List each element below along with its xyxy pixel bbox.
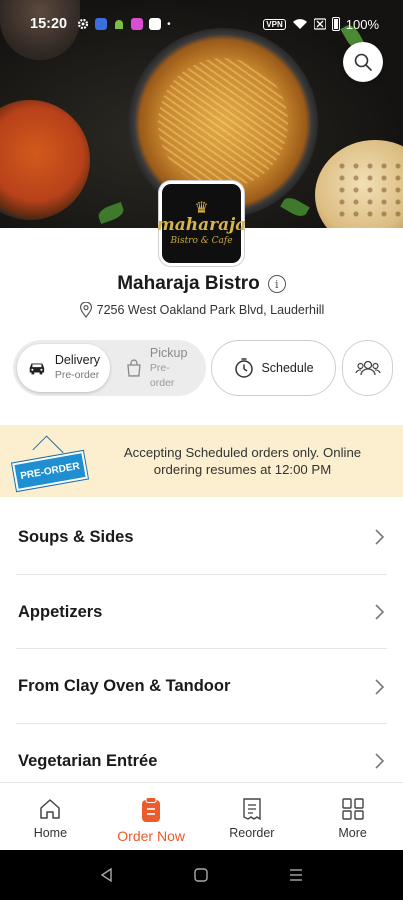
menu-category-label: From Clay Oven & Tandoor — [18, 677, 231, 696]
chevron-right-icon — [375, 679, 385, 695]
android-icon — [115, 20, 124, 29]
nav-reorder[interactable]: Reorder — [202, 783, 303, 850]
search-icon — [354, 53, 372, 71]
preorder-sign: PRE-ORDER — [12, 450, 88, 492]
schedule-label: Schedule — [261, 361, 314, 375]
car-icon — [29, 363, 45, 375]
group-order-button[interactable] — [342, 340, 393, 396]
chevron-right-icon — [375, 529, 385, 545]
recents-icon[interactable] — [288, 867, 304, 883]
banner-message: Accepting Scheduled orders only. Online … — [123, 445, 362, 477]
signal-icon — [313, 18, 326, 30]
pickup-label: Pickup — [149, 345, 188, 360]
wifi-icon — [292, 19, 307, 29]
delivery-pickup-toggle: Delivery Pre-order Pickup Pre-order — [13, 340, 206, 396]
logo-title: maharaja — [156, 214, 247, 235]
bottom-navigation: Home Order Now Reorder More — [0, 782, 403, 850]
timer-icon — [235, 358, 254, 378]
nav-more[interactable]: More — [302, 783, 403, 850]
nav-home-label: Home — [33, 826, 68, 840]
preorder-sign-icon: PRE-ORDER — [12, 435, 88, 492]
menu-category-list: Soups & Sides Appetizers From Clay Oven … — [0, 500, 403, 799]
preorder-banner: PRE-ORDER Accepting Scheduled orders onl… — [0, 425, 403, 497]
logo-subtitle: Bistro & Cafe — [170, 235, 233, 246]
menu-category-soups-sides[interactable]: Soups & Sides — [0, 500, 403, 575]
app-notification-icon — [131, 18, 144, 30]
shopping-bag-icon — [127, 359, 141, 377]
menu-category-label: Vegetarian Entrée — [18, 751, 158, 770]
nav-order-now[interactable]: Order Now — [101, 783, 202, 850]
delivery-label: Delivery — [54, 353, 100, 367]
status-time: 15:20 — [30, 16, 68, 32]
group-users-icon — [354, 360, 381, 376]
app-notification-icon — [95, 18, 108, 30]
location-pin-icon — [79, 302, 92, 318]
search-button[interactable] — [343, 42, 383, 82]
receipt-icon — [243, 798, 261, 821]
curry-bowl-image — [0, 100, 90, 220]
app-notification-icon — [149, 18, 162, 30]
crown-icon: ♛ — [194, 199, 209, 217]
menu-category-label: Soups & Sides — [18, 527, 134, 546]
nav-more-label: More — [338, 826, 367, 840]
battery-icon — [331, 17, 340, 31]
naan-image — [315, 140, 403, 228]
notification-icons: • — [77, 18, 171, 30]
cilantro-leaf — [280, 194, 310, 220]
battery-percent: 100% — [345, 16, 379, 32]
nav-order-now-label: Order Now — [117, 828, 185, 844]
cilantro-leaf — [96, 201, 126, 225]
restaurant-address: 7256 West Oakland Park Blvd, Lauderhill — [96, 303, 325, 317]
home-circle-icon[interactable] — [193, 867, 209, 883]
status-bar: 15:20 • VPN 100% — [0, 0, 403, 48]
status-right: VPN 100% — [263, 17, 379, 32]
menu-category-clay-oven-tandoor[interactable]: From Clay Oven & Tandoor — [0, 649, 403, 724]
back-icon[interactable] — [99, 867, 115, 883]
restaurant-name: Maharaja Bistro — [117, 273, 260, 294]
order-mode-row: Delivery Pre-order Pickup Pre-order Sche… — [13, 340, 393, 396]
nav-home[interactable]: Home — [0, 783, 101, 850]
gear-icon — [77, 18, 89, 30]
more-dot-icon: • — [167, 18, 171, 30]
chevron-right-icon — [375, 753, 385, 769]
delivery-option[interactable]: Delivery Pre-order — [17, 344, 110, 392]
order-icon — [142, 797, 161, 822]
nav-reorder-label: Reorder — [229, 826, 275, 840]
pickup-sublabel: Pre-order — [149, 361, 175, 389]
system-navigation-bar — [0, 850, 403, 900]
pickup-option[interactable]: Pickup Pre-order — [116, 344, 204, 392]
delivery-sublabel: Pre-order — [54, 369, 100, 381]
restaurant-logo: ♛ maharaja Bistro & Cafe — [156, 181, 247, 266]
schedule-button[interactable]: Schedule — [211, 340, 336, 396]
menu-category-label: Appetizers — [18, 602, 103, 621]
chevron-right-icon — [375, 604, 385, 620]
restaurant-name-row: Maharaja Bistro i — [0, 273, 403, 295]
info-icon[interactable]: i — [267, 275, 286, 293]
menu-category-appetizers[interactable]: Appetizers — [0, 575, 403, 650]
vpn-icon: VPN — [263, 18, 286, 30]
grid-icon — [341, 798, 364, 820]
home-icon — [40, 799, 61, 819]
restaurant-address-row[interactable]: 7256 West Oakland Park Blvd, Lauderhill — [0, 302, 403, 318]
